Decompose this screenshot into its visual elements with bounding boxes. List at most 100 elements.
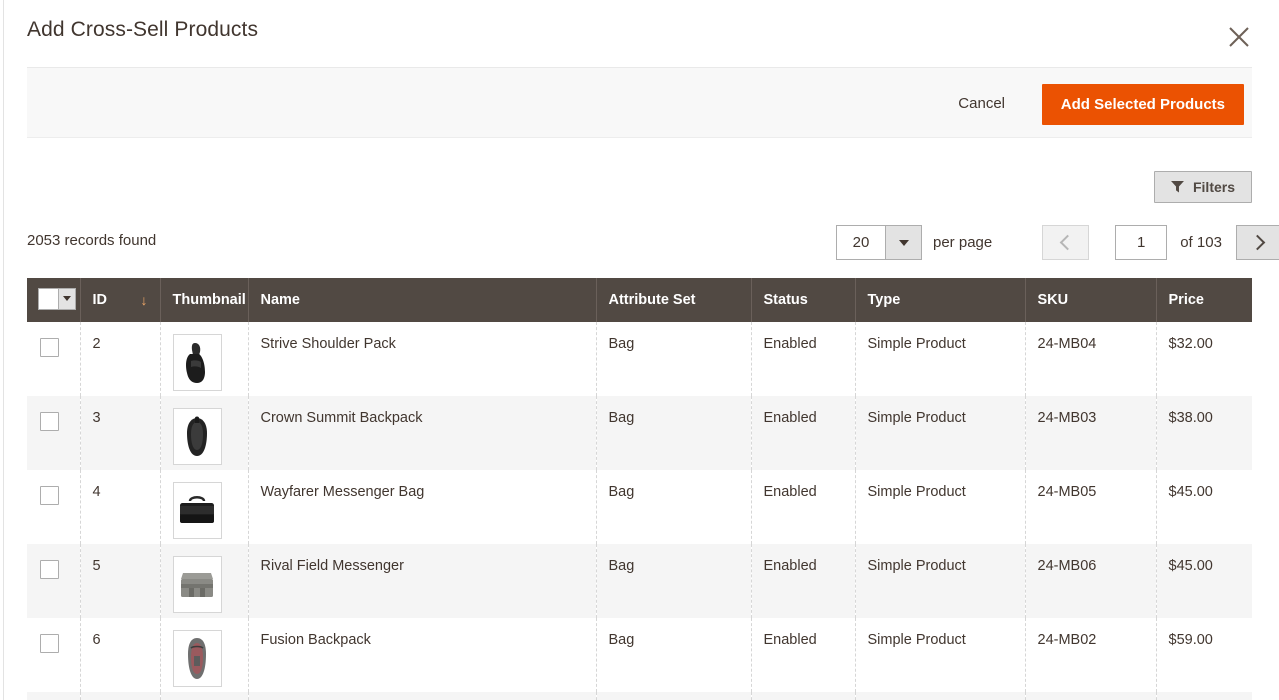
cell-thumbnail: [160, 470, 248, 544]
cell-sku: 24-MB04: [1025, 322, 1156, 396]
column-header-thumbnail[interactable]: Thumbnail: [160, 278, 248, 322]
products-table: ID ↓ Thumbnail Name Attribute Set Status…: [27, 278, 1252, 700]
page-title: Add Cross-Sell Products: [27, 18, 258, 42]
cell-id: 3: [80, 396, 160, 470]
product-thumbnail: [173, 334, 222, 391]
cell-attribute-set: Bag: [596, 396, 751, 470]
column-header-attribute-set[interactable]: Attribute Set: [596, 278, 751, 322]
column-header-sku[interactable]: SKU: [1025, 278, 1156, 322]
page-number-input[interactable]: [1115, 225, 1167, 260]
cell-type: Simple Product: [855, 544, 1025, 618]
column-header-id-label: ID: [93, 292, 108, 308]
cell-status: Enabled: [751, 470, 855, 544]
product-thumbnail: [173, 408, 222, 465]
cell-type: Simple Product: [855, 470, 1025, 544]
row-checkbox[interactable]: [40, 560, 59, 579]
page-total-label: of 103: [1180, 234, 1222, 251]
cell-thumbnail: [160, 544, 248, 618]
cell-thumbnail: [160, 396, 248, 470]
cell-price: [1156, 692, 1252, 700]
table-header-row: ID ↓ Thumbnail Name Attribute Set Status…: [27, 278, 1252, 322]
column-header-type[interactable]: Type: [855, 278, 1025, 322]
cell-name: Wayfarer Messenger Bag: [248, 470, 596, 544]
column-header-status[interactable]: Status: [751, 278, 855, 322]
row-checkbox[interactable]: [40, 634, 59, 653]
table-row[interactable]: 3 Crown Summit Backpack Bag Enabled: [27, 396, 1252, 470]
product-thumbnail: [173, 630, 222, 687]
cell-attribute-set: Bag: [596, 544, 751, 618]
cell-type: [855, 692, 1025, 700]
select-all-checkbox[interactable]: [38, 288, 76, 310]
column-header-name[interactable]: Name: [248, 278, 596, 322]
cell-price: $38.00: [1156, 396, 1252, 470]
next-page-button[interactable]: [1236, 225, 1279, 260]
column-header-id[interactable]: ID ↓: [80, 278, 160, 322]
add-cross-sell-products-modal: Add Cross-Sell Products Cancel Add Selec…: [0, 0, 1279, 700]
filters-button[interactable]: Filters: [1154, 171, 1252, 203]
cell-thumbnail: [160, 692, 248, 700]
cell-name: Crown Summit Backpack: [248, 396, 596, 470]
table-row[interactable]: 4 Wayfarer Messenger Bag Bag: [27, 470, 1252, 544]
chevron-right-icon: [1250, 235, 1266, 251]
cell-id: 6: [80, 618, 160, 692]
cell-name: Strive Shoulder Pack: [248, 322, 596, 396]
product-thumbnail: [173, 482, 222, 539]
cell-id: [80, 692, 160, 700]
cell-name: Fusion Backpack: [248, 618, 596, 692]
per-page-value: 20: [837, 226, 885, 259]
cancel-button[interactable]: Cancel: [956, 91, 1007, 116]
grid-pager: 20 per page of 103: [836, 225, 1279, 260]
row-select-cell: [27, 470, 80, 544]
cell-status: Enabled: [751, 618, 855, 692]
per-page-label: per page: [933, 234, 992, 251]
cell-status: Enabled: [751, 396, 855, 470]
cell-status: [751, 692, 855, 700]
row-checkbox[interactable]: [40, 412, 59, 431]
cell-thumbnail: [160, 322, 248, 396]
cell-price: $45.00: [1156, 470, 1252, 544]
row-select-cell: [27, 396, 80, 470]
cell-sku: 24-MB03: [1025, 396, 1156, 470]
per-page-select[interactable]: 20: [836, 225, 922, 260]
cell-price: $45.00: [1156, 544, 1252, 618]
records-found-text: 2053 records found: [27, 232, 156, 249]
row-select-cell: [27, 692, 80, 700]
cell-name: [248, 692, 596, 700]
table-row[interactable]: [27, 692, 1252, 700]
cell-type: Simple Product: [855, 322, 1025, 396]
cell-attribute-set: Bag: [596, 322, 751, 396]
cell-price: $59.00: [1156, 618, 1252, 692]
modal-action-bar: Cancel Add Selected Products: [27, 67, 1252, 138]
cell-attribute-set: [596, 692, 751, 700]
chevron-down-icon[interactable]: [885, 226, 921, 259]
products-grid: ID ↓ Thumbnail Name Attribute Set Status…: [27, 278, 1252, 700]
chevron-down-icon[interactable]: [58, 289, 75, 309]
close-icon[interactable]: [1221, 16, 1257, 52]
cell-sku: 24-MB02: [1025, 618, 1156, 692]
cell-type: Simple Product: [855, 618, 1025, 692]
cell-type: Simple Product: [855, 396, 1025, 470]
funnel-icon: [1171, 181, 1184, 193]
row-select-cell: [27, 322, 80, 396]
column-header-price[interactable]: Price: [1156, 278, 1252, 322]
cell-sku: [1025, 692, 1156, 700]
page-left-edge: [0, 0, 4, 700]
previous-page-button[interactable]: [1042, 225, 1089, 260]
cell-thumbnail: [160, 618, 248, 692]
table-row[interactable]: 5 Rival Field Messenger: [27, 544, 1252, 618]
table-row[interactable]: 6 Fusion Backpack Bag En: [27, 618, 1252, 692]
filters-button-label: Filters: [1193, 179, 1235, 195]
row-checkbox[interactable]: [40, 338, 59, 357]
add-selected-products-button[interactable]: Add Selected Products: [1042, 84, 1244, 125]
row-select-cell: [27, 544, 80, 618]
checkbox-box: [39, 289, 58, 309]
cell-id: 4: [80, 470, 160, 544]
row-checkbox[interactable]: [40, 486, 59, 505]
chevron-left-icon: [1059, 235, 1075, 251]
table-row[interactable]: 2 Strive Shoulder Pack Bag Enabled: [27, 322, 1252, 396]
cell-sku: 24-MB05: [1025, 470, 1156, 544]
cell-price: $32.00: [1156, 322, 1252, 396]
cell-attribute-set: Bag: [596, 470, 751, 544]
product-thumbnail: [173, 556, 222, 613]
select-all-header: [27, 278, 80, 322]
